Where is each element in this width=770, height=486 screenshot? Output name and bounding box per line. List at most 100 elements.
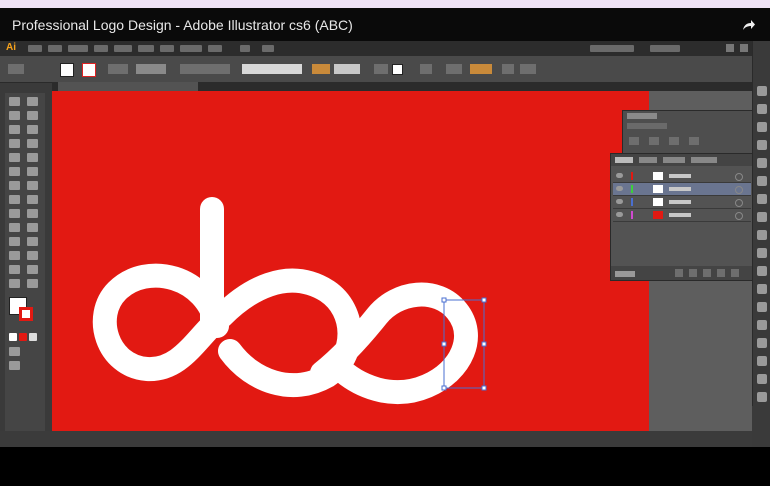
symbol-sprayer-tool-icon[interactable] xyxy=(9,251,20,260)
layer-target-icon[interactable] xyxy=(735,173,743,181)
menu-effect[interactable] xyxy=(138,45,154,52)
layer-row-selected[interactable] xyxy=(613,183,751,196)
menu-window[interactable] xyxy=(180,45,202,52)
layer-target-icon[interactable] xyxy=(735,212,743,220)
menu-help[interactable] xyxy=(208,45,222,52)
artboards-tab[interactable] xyxy=(639,157,657,163)
graph-tool-icon[interactable] xyxy=(27,251,38,260)
brushes-panel-icon[interactable] xyxy=(757,122,767,132)
document-tab[interactable] xyxy=(58,82,198,91)
transform-panel-icon[interactable] xyxy=(757,320,767,330)
pen-tool-icon[interactable] xyxy=(9,125,20,134)
visibility-eye-icon[interactable] xyxy=(616,186,623,191)
new-layer-icon[interactable] xyxy=(717,269,725,277)
menu-view[interactable] xyxy=(160,45,174,52)
stroke-color-box[interactable] xyxy=(19,307,33,321)
artboard-tool-icon[interactable] xyxy=(9,265,20,274)
menu-file[interactable] xyxy=(28,45,42,52)
hand-tool-icon[interactable] xyxy=(9,279,20,288)
none-mode-icon[interactable] xyxy=(29,333,37,341)
zoom-tool-icon[interactable] xyxy=(27,279,38,288)
menu-type[interactable] xyxy=(94,45,108,52)
line-tool-icon[interactable] xyxy=(9,139,20,148)
stroke-panel-icon[interactable] xyxy=(757,158,767,168)
menu-edit[interactable] xyxy=(48,45,62,52)
visibility-eye-icon[interactable] xyxy=(616,212,623,217)
layer-name[interactable] xyxy=(669,187,691,191)
scale-tool-icon[interactable] xyxy=(27,181,38,190)
rectangle-tool-icon[interactable] xyxy=(27,139,38,148)
paragraph-panel-icon[interactable] xyxy=(757,356,767,366)
pathfinder-panel-icon[interactable] xyxy=(757,302,767,312)
maximize-icon[interactable] xyxy=(740,44,748,52)
layer-name[interactable] xyxy=(669,174,691,178)
layer-target-icon[interactable] xyxy=(735,186,743,194)
preferences-icon[interactable] xyxy=(446,64,462,74)
style-swatch[interactable] xyxy=(392,64,403,75)
stroke-swatch[interactable] xyxy=(82,63,96,77)
transform-icon-3[interactable] xyxy=(669,137,679,145)
perspective-grid-tool-icon[interactable] xyxy=(27,209,38,218)
minimize-icon[interactable] xyxy=(726,44,734,52)
appearance-panel-icon[interactable] xyxy=(757,212,767,222)
layer-row[interactable] xyxy=(613,196,751,209)
type-tool-icon[interactable] xyxy=(27,125,38,134)
pencil-tool-icon[interactable] xyxy=(27,153,38,162)
stroke-weight-field[interactable] xyxy=(136,64,166,74)
eyedropper-tool-icon[interactable] xyxy=(9,237,20,246)
locate-object-icon[interactable] xyxy=(675,269,683,277)
lasso-tool-icon[interactable] xyxy=(27,111,38,120)
align-icon[interactable] xyxy=(502,64,514,74)
share-arrow-icon[interactable] xyxy=(742,18,756,32)
make-clipping-mask-icon[interactable] xyxy=(689,269,697,277)
rotate-tool-icon[interactable] xyxy=(9,181,20,190)
transform-icon-1[interactable] xyxy=(629,137,639,145)
align-panel-icon[interactable] xyxy=(757,284,767,294)
document-setup-icon[interactable] xyxy=(420,64,432,74)
layer-row[interactable] xyxy=(613,209,751,222)
shape-builder-tool-icon[interactable] xyxy=(9,209,20,218)
magic-wand-tool-icon[interactable] xyxy=(9,111,20,120)
visibility-eye-icon[interactable] xyxy=(616,173,623,178)
transform-icon-2[interactable] xyxy=(649,137,659,145)
character-panel-icon[interactable] xyxy=(757,338,767,348)
eraser-tool-icon[interactable] xyxy=(27,167,38,176)
navigator-panel-icon[interactable] xyxy=(757,392,767,402)
workspace-switcher[interactable] xyxy=(590,45,634,52)
transparency-panel-icon[interactable] xyxy=(757,194,767,204)
free-transform-tool-icon[interactable] xyxy=(27,195,38,204)
layer-name[interactable] xyxy=(669,200,691,204)
new-sublayer-icon[interactable] xyxy=(703,269,711,277)
navigator-tab[interactable] xyxy=(663,157,685,163)
brush-definition[interactable] xyxy=(242,64,302,74)
blend-tool-icon[interactable] xyxy=(27,237,38,246)
links-panel-icon[interactable] xyxy=(757,374,767,384)
color-panel-icon[interactable] xyxy=(757,86,767,96)
layers-tab[interactable] xyxy=(615,157,633,163)
symbols-panel-icon[interactable] xyxy=(757,140,767,150)
mesh-tool-icon[interactable] xyxy=(9,223,20,232)
opacity-label[interactable] xyxy=(312,64,330,74)
layer-row[interactable] xyxy=(613,170,751,183)
selection-tool-icon[interactable] xyxy=(9,97,20,106)
search-field[interactable] xyxy=(650,45,680,52)
variable-width-profile[interactable] xyxy=(180,64,230,74)
direct-selection-tool-icon[interactable] xyxy=(27,97,38,106)
layers-panel-icon[interactable] xyxy=(757,248,767,258)
gradient-panel-icon[interactable] xyxy=(757,176,767,186)
transform-label[interactable] xyxy=(470,64,492,74)
isolate-icon[interactable] xyxy=(520,64,536,74)
menu-object[interactable] xyxy=(68,45,88,52)
fill-swatch[interactable] xyxy=(60,63,74,77)
width-tool-icon[interactable] xyxy=(9,195,20,204)
gradient-mode-icon[interactable] xyxy=(19,333,27,341)
layer-target-icon[interactable] xyxy=(735,199,743,207)
arrange-documents-icon[interactable] xyxy=(262,45,274,52)
menu-select[interactable] xyxy=(114,45,132,52)
graphic-styles-panel-icon[interactable] xyxy=(757,230,767,240)
transform-icon-4[interactable] xyxy=(689,137,699,145)
draw-mode-icon[interactable] xyxy=(9,347,20,356)
delete-layer-icon[interactable] xyxy=(731,269,739,277)
bridge-icon[interactable] xyxy=(240,45,250,52)
swatches-panel-icon[interactable] xyxy=(757,104,767,114)
